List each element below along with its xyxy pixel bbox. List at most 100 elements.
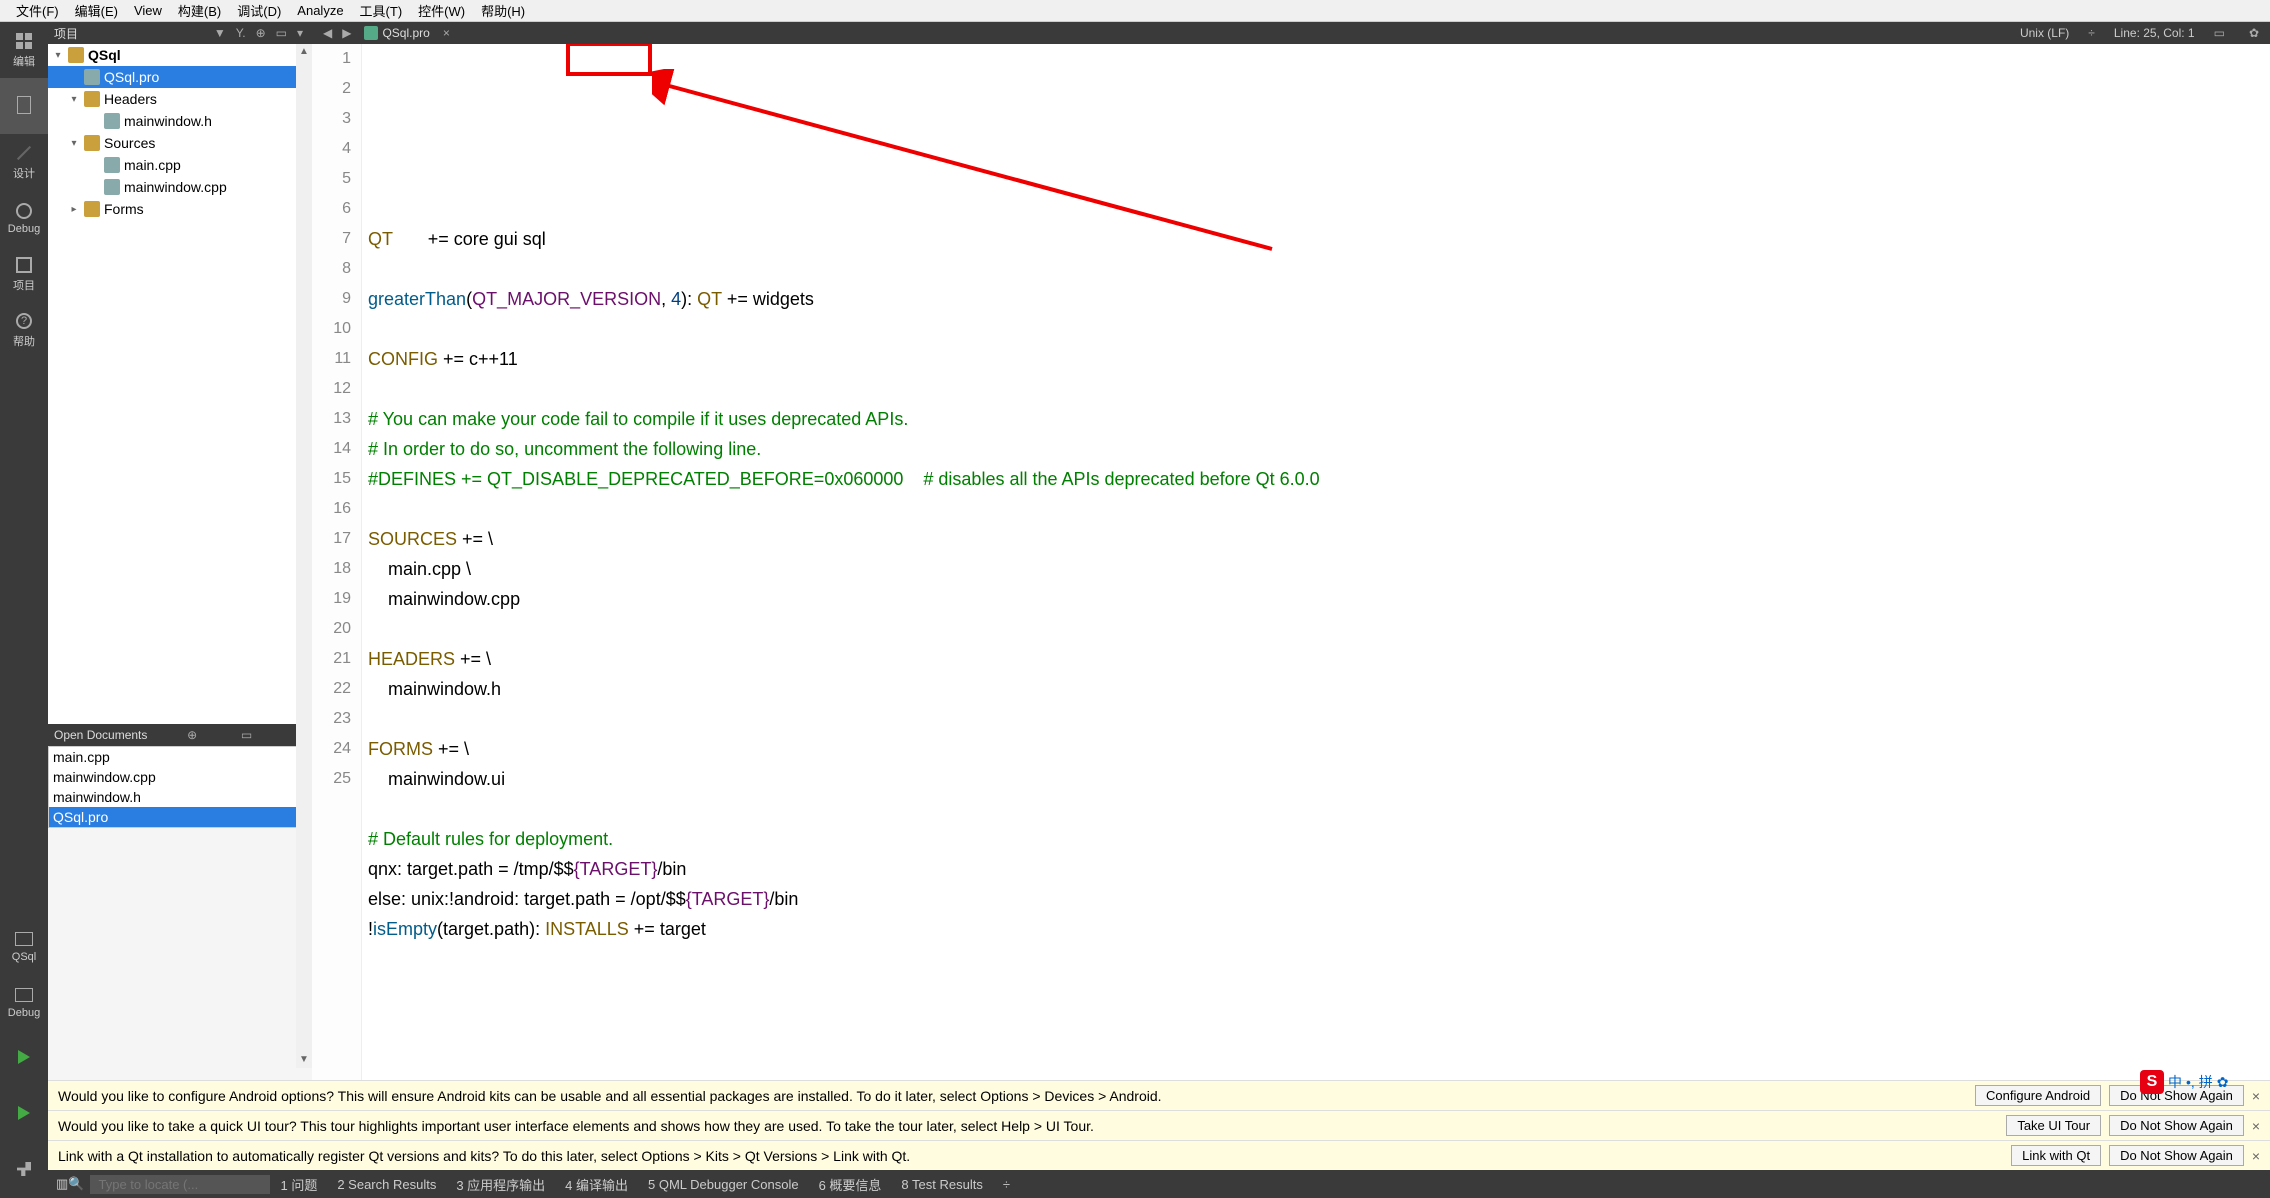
menu-help[interactable]: 帮助(H) xyxy=(473,1,533,20)
tree-file-label: mainwindow.h xyxy=(124,113,212,129)
dismiss-button[interactable]: Do Not Show Again xyxy=(2109,1145,2244,1166)
line-ending-label[interactable]: Unix (LF) xyxy=(2020,26,2069,40)
sidebar-scrollbar[interactable]: ▲ ▼ xyxy=(296,44,312,1068)
toggle-sidebar-icon[interactable]: ▥ xyxy=(56,1176,68,1192)
code-editor[interactable]: 1234567891011121314151617181920212223242… xyxy=(312,44,2270,1080)
run-debug-button[interactable] xyxy=(0,1086,48,1142)
tree-project-root[interactable]: ▾QSql xyxy=(48,44,311,66)
monitor-icon xyxy=(15,932,33,946)
mode-edit-label: 编辑 xyxy=(13,53,35,69)
editor-settings-icon[interactable]: ✿ xyxy=(2244,26,2264,40)
open-docs-title: Open Documents xyxy=(54,728,147,742)
mode-edit[interactable] xyxy=(0,78,48,134)
split-editor-icon[interactable]: ▭ xyxy=(2209,26,2230,40)
ime-settings-icon[interactable]: ✿ xyxy=(2217,1074,2229,1091)
open-doc-item[interactable]: QSql.pro xyxy=(49,807,301,827)
output-pane-tests[interactable]: 8 Test Results xyxy=(891,1177,992,1192)
close-icon[interactable]: × xyxy=(2252,1148,2260,1164)
play-debug-icon xyxy=(18,1106,30,1120)
split-icon[interactable]: ▭ xyxy=(273,26,290,40)
menu-debug[interactable]: 调试(D) xyxy=(229,1,289,20)
sync-icon[interactable]: ⊕ xyxy=(253,26,269,40)
menu-analyze[interactable]: Analyze xyxy=(289,3,351,18)
mode-projects[interactable]: 项目 xyxy=(0,246,48,302)
notification-text: Would you like to take a quick UI tour? … xyxy=(58,1118,1094,1134)
pin-icon[interactable]: ⊕ xyxy=(183,728,201,742)
collapse-icon[interactable]: ▾ xyxy=(294,26,306,40)
project-panel-header: 项目 ▼ Y. ⊕ ▭ ▾ xyxy=(48,22,312,44)
tree-folder-forms[interactable]: ▸Forms xyxy=(48,198,311,220)
menu-edit[interactable]: 编辑(E) xyxy=(67,1,126,20)
nav-back-icon[interactable]: ◀ xyxy=(318,26,337,40)
document-icon xyxy=(17,96,31,114)
open-doc-item[interactable]: mainwindow.cpp xyxy=(49,767,301,787)
open-doc-item[interactable]: mainwindow.h xyxy=(49,787,301,807)
notification-linkqt: Link with a Qt installation to automatic… xyxy=(48,1140,2270,1170)
menu-file[interactable]: 文件(F) xyxy=(8,1,67,20)
ime-sep: •, xyxy=(2186,1074,2195,1090)
output-pane-more-icon[interactable]: ÷ xyxy=(993,1177,1020,1192)
file-icon xyxy=(84,69,100,85)
tree-folder-sources[interactable]: ▾Sources xyxy=(48,132,311,154)
configure-android-button[interactable]: Configure Android xyxy=(1975,1085,2101,1106)
output-pane-general[interactable]: 6 概要信息 xyxy=(809,1175,892,1194)
project-tree[interactable]: ▾QSql QSql.pro ▾Headers mainwindow.h ▾So… xyxy=(48,44,312,724)
mode-debug[interactable]: Debug xyxy=(0,190,48,246)
mode-help[interactable]: ?帮助 xyxy=(0,302,48,358)
menu-build[interactable]: 构建(B) xyxy=(170,1,229,20)
search-icon: 🔍 xyxy=(68,1176,84,1192)
ime-logo-icon[interactable]: S xyxy=(2140,1070,2164,1094)
menu-view[interactable]: View xyxy=(126,3,170,18)
menu-bar: 文件(F) 编辑(E) View 构建(B) 调试(D) Analyze 工具(… xyxy=(0,0,2270,22)
mode-design[interactable]: 设计 xyxy=(0,134,48,190)
open-docs-header: Open Documents ⊕ ▭ ▾ xyxy=(48,724,312,746)
ime-lang[interactable]: 中 xyxy=(2168,1072,2182,1092)
build-config[interactable]: Debug xyxy=(0,974,48,1030)
run-button[interactable] xyxy=(0,1030,48,1086)
left-mode-bar: 编辑 设计 Debug 项目 ?帮助 QSql Debug xyxy=(0,22,48,1198)
mode-welcome[interactable]: 编辑 xyxy=(0,22,48,78)
tree-file-pro[interactable]: QSql.pro xyxy=(48,66,311,88)
open-docs-list: main.cpp mainwindow.cpp mainwindow.h QSq… xyxy=(48,746,302,828)
code-area[interactable]: QT += core gui sqlgreaterThan(QT_MAJOR_V… xyxy=(362,44,2270,1080)
tree-folder-headers[interactable]: ▾Headers xyxy=(48,88,311,110)
kit-label: QSql xyxy=(12,951,36,963)
line-number-gutter: 1234567891011121314151617181920212223242… xyxy=(312,44,362,1080)
pencil-icon xyxy=(17,146,31,160)
tree-file-header[interactable]: mainwindow.h xyxy=(48,110,311,132)
take-tour-button[interactable]: Take UI Tour xyxy=(2006,1115,2101,1136)
tree-file-mainwindowcpp[interactable]: mainwindow.cpp xyxy=(48,176,311,198)
encoding-dropdown-icon[interactable]: ÷ xyxy=(2083,26,2100,40)
kit-selector[interactable]: QSql xyxy=(0,918,48,974)
tree-folder-label: Forms xyxy=(104,201,144,217)
tab-close-icon[interactable]: × xyxy=(438,26,455,40)
open-doc-item[interactable]: main.cpp xyxy=(49,747,301,767)
output-pane-compile[interactable]: 4 编译输出 xyxy=(555,1175,638,1194)
link-qt-button[interactable]: Link with Qt xyxy=(2011,1145,2101,1166)
filter-icon[interactable]: ▼ xyxy=(211,26,229,40)
cursor-pos-label[interactable]: Line: 25, Col: 1 xyxy=(2114,26,2195,40)
tree-file-maincpp[interactable]: main.cpp xyxy=(48,154,311,176)
ime-mode[interactable]: 拼 xyxy=(2199,1072,2213,1092)
output-pane-appoutput[interactable]: 3 应用程序输出 xyxy=(446,1175,555,1194)
output-pane-issues[interactable]: 1 问题 xyxy=(270,1175,327,1194)
output-pane-search[interactable]: 2 Search Results xyxy=(327,1177,446,1192)
file-icon xyxy=(104,113,120,129)
scroll-up-icon[interactable]: ▲ xyxy=(296,44,312,60)
nav-fwd-icon[interactable]: ▶ xyxy=(337,26,356,40)
mode-design-label: 设计 xyxy=(13,165,35,181)
tree-folder-label: Sources xyxy=(104,135,155,151)
menu-tools[interactable]: 工具(T) xyxy=(352,1,411,20)
dismiss-button[interactable]: Do Not Show Again xyxy=(2109,1115,2244,1136)
build-button[interactable] xyxy=(0,1142,48,1198)
locator-input[interactable] xyxy=(90,1175,270,1194)
menu-widgets[interactable]: 控件(W) xyxy=(410,1,473,20)
mode-help-label: 帮助 xyxy=(13,333,35,349)
grid-icon xyxy=(16,33,32,49)
scroll-down-icon[interactable]: ▼ xyxy=(296,1052,312,1068)
editor-tab[interactable]: QSql.pro xyxy=(356,26,437,40)
split-icon[interactable]: ▭ xyxy=(237,728,256,742)
close-icon[interactable]: × xyxy=(2252,1118,2260,1134)
output-pane-qml[interactable]: 5 QML Debugger Console xyxy=(638,1177,809,1192)
filter-funnel-icon[interactable]: Y. xyxy=(233,26,249,40)
